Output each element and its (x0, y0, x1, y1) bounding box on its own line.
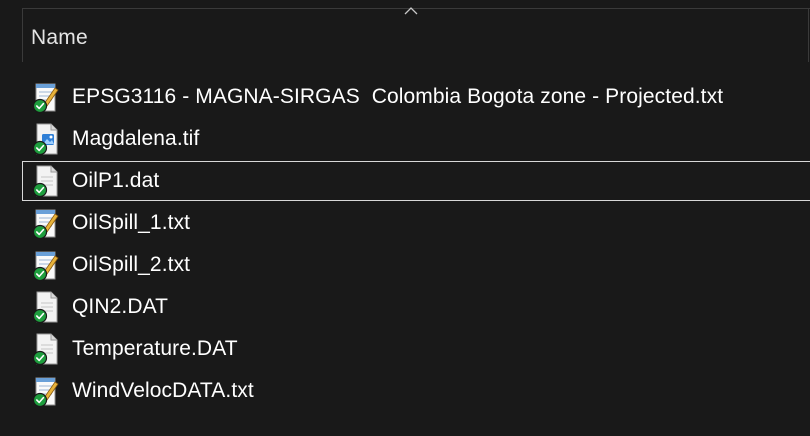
file-row[interactable]: EPSG3116 - MAGNA-SIRGAS Colombia Bogota … (0, 77, 810, 119)
file-explorer: Name EPSG3116 - MAGNA-SIRGAS Colombia Bo… (0, 0, 810, 436)
column-divider-right[interactable] (808, 9, 809, 62)
generic-file-icon (31, 290, 61, 324)
file-name: WindVelocDATA.txt (72, 379, 254, 402)
file-name: OilSpill_2.txt (72, 253, 191, 276)
file-name: EPSG3116 - MAGNA-SIRGAS Colombia Bogota … (72, 85, 724, 108)
file-name: OilSpill_1.txt (72, 211, 191, 234)
file-row[interactable]: OilSpill_1.txt (0, 203, 810, 245)
notepad-icon (31, 80, 61, 114)
file-list: EPSG3116 - MAGNA-SIRGAS Colombia Bogota … (0, 77, 810, 413)
file-row[interactable]: Temperature.DAT (0, 329, 810, 371)
file-row[interactable]: OilP1.dat (0, 161, 810, 203)
file-row[interactable]: OilSpill_2.txt (0, 245, 810, 287)
notepad-icon (31, 374, 61, 408)
image-file-icon (31, 122, 61, 156)
file-row[interactable]: WindVelocDATA.txt (0, 371, 810, 413)
column-header: Name (0, 0, 810, 62)
name-column-header[interactable]: Name (31, 26, 88, 50)
file-row[interactable]: QIN2.DAT (0, 287, 810, 329)
notepad-icon (31, 206, 61, 240)
column-divider-left[interactable] (22, 9, 23, 62)
file-row[interactable]: Magdalena.tif (0, 119, 810, 161)
file-name: Magdalena.tif (72, 127, 200, 150)
file-name: OilP1.dat (72, 169, 160, 192)
sort-ascending-icon (404, 7, 418, 15)
notepad-icon (31, 248, 61, 282)
file-name: Temperature.DAT (72, 337, 238, 360)
generic-file-icon (31, 164, 61, 198)
file-name: QIN2.DAT (72, 295, 169, 318)
generic-file-icon (31, 332, 61, 366)
